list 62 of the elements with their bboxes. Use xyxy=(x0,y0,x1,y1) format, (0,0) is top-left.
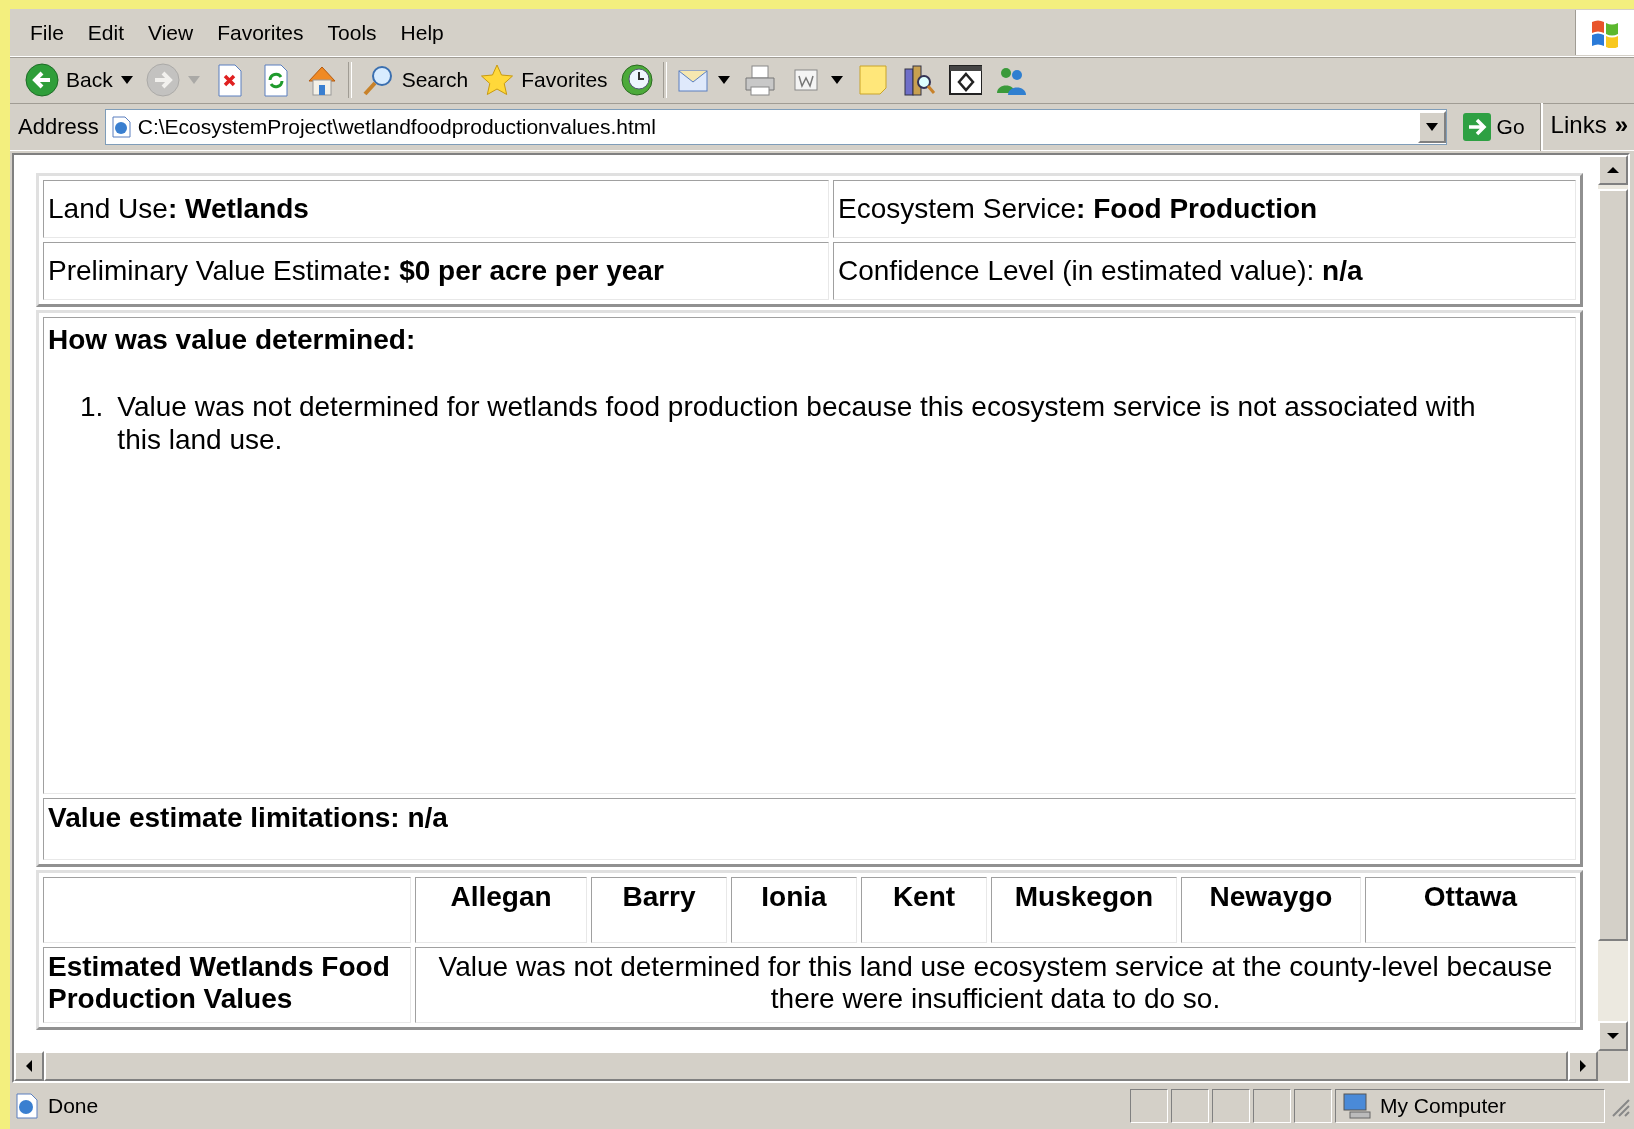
status-pane xyxy=(1212,1089,1250,1123)
status-text: Done xyxy=(48,1094,99,1118)
scrollbar-thumb[interactable] xyxy=(1598,189,1628,941)
column-header: Allegan xyxy=(415,877,587,943)
table-cell: Land Use: Wetlands xyxy=(43,180,829,238)
right-triangle-icon xyxy=(1579,1059,1587,1073)
page-icon xyxy=(109,116,132,138)
column-header: Muskegon xyxy=(991,877,1177,943)
column-header: Barry xyxy=(591,877,727,943)
more-chevron[interactable]: » xyxy=(1614,107,1628,139)
column-header: Newaygo xyxy=(1181,877,1361,943)
down-triangle-icon xyxy=(1606,1032,1620,1040)
left-triangle-icon xyxy=(25,1059,33,1073)
printer-icon xyxy=(742,63,777,97)
status-pane xyxy=(1171,1089,1209,1123)
table-cell: Confidence Level (in estimated value): n/a xyxy=(833,242,1576,300)
links-button[interactable]: Links xyxy=(1550,107,1607,139)
table-cell: Value estimate limitations: n/a xyxy=(43,798,1576,860)
table-cell: Value was not determined for this land use ecosystem service at the county-level because there were insufficient data to do so. xyxy=(415,947,1576,1023)
scroll-down-button[interactable] xyxy=(1598,1021,1628,1051)
status-pane xyxy=(1130,1089,1168,1123)
star-icon xyxy=(480,63,515,97)
dropdown-caret-icon xyxy=(1424,122,1439,132)
dropdown-caret-icon xyxy=(716,75,731,85)
list-item-text: Value was not determined for wetlands food production because this ecosystem service is not associated with this land use. xyxy=(117,390,1477,456)
address-label: Address xyxy=(18,114,99,140)
table-cell: Ecosystem Service: Food Production xyxy=(833,180,1576,238)
menu-item[interactable]: File xyxy=(18,16,76,49)
dropdown-caret-icon xyxy=(829,75,844,85)
books-icon xyxy=(901,63,936,97)
vertical-scrollbar[interactable] xyxy=(1598,155,1628,1051)
row-header: Estimated Wetlands Food Production Values xyxy=(43,947,411,1023)
section-heading: How was value determined: xyxy=(48,324,417,356)
status-pane xyxy=(1294,1089,1332,1123)
menu-item[interactable]: Tools xyxy=(315,16,389,49)
scroll-left-button[interactable] xyxy=(14,1051,44,1081)
window-icon xyxy=(947,63,982,97)
list-number: 1. xyxy=(80,390,104,424)
menu-item[interactable]: Favorites xyxy=(205,16,316,49)
zone-label: My Computer xyxy=(1380,1094,1507,1118)
computer-icon xyxy=(1342,1092,1372,1120)
column-header: Kent xyxy=(861,877,987,943)
page-icon xyxy=(14,1093,40,1119)
table-cell: Preliminary Value Estimate: $0 per acre per year xyxy=(43,242,829,300)
go-button[interactable]: Go xyxy=(1452,113,1535,141)
scroll-up-button[interactable] xyxy=(1598,155,1628,185)
column-header: Ionia xyxy=(731,877,857,943)
dropdown-caret-icon xyxy=(186,75,201,85)
scroll-right-button[interactable] xyxy=(1568,1051,1598,1081)
menu-item[interactable]: Edit xyxy=(75,16,137,49)
status-pane xyxy=(1253,1089,1291,1123)
address-dropdown-button[interactable] xyxy=(1417,111,1446,143)
address-field[interactable]: C:\EcosystemProject\wetlandfoodproductionvalues.html xyxy=(104,109,1447,145)
up-triangle-icon xyxy=(1606,166,1620,174)
menu-item[interactable]: Help xyxy=(388,16,456,49)
menu-item[interactable]: View xyxy=(136,16,206,49)
back-button[interactable]: Back xyxy=(22,61,137,99)
column-header: Ottawa xyxy=(1365,877,1576,943)
search-button[interactable]: Search xyxy=(357,61,472,99)
dropdown-caret-icon xyxy=(119,75,134,85)
favorites-button[interactable]: Favorites xyxy=(477,61,611,99)
clock-icon xyxy=(619,63,654,97)
